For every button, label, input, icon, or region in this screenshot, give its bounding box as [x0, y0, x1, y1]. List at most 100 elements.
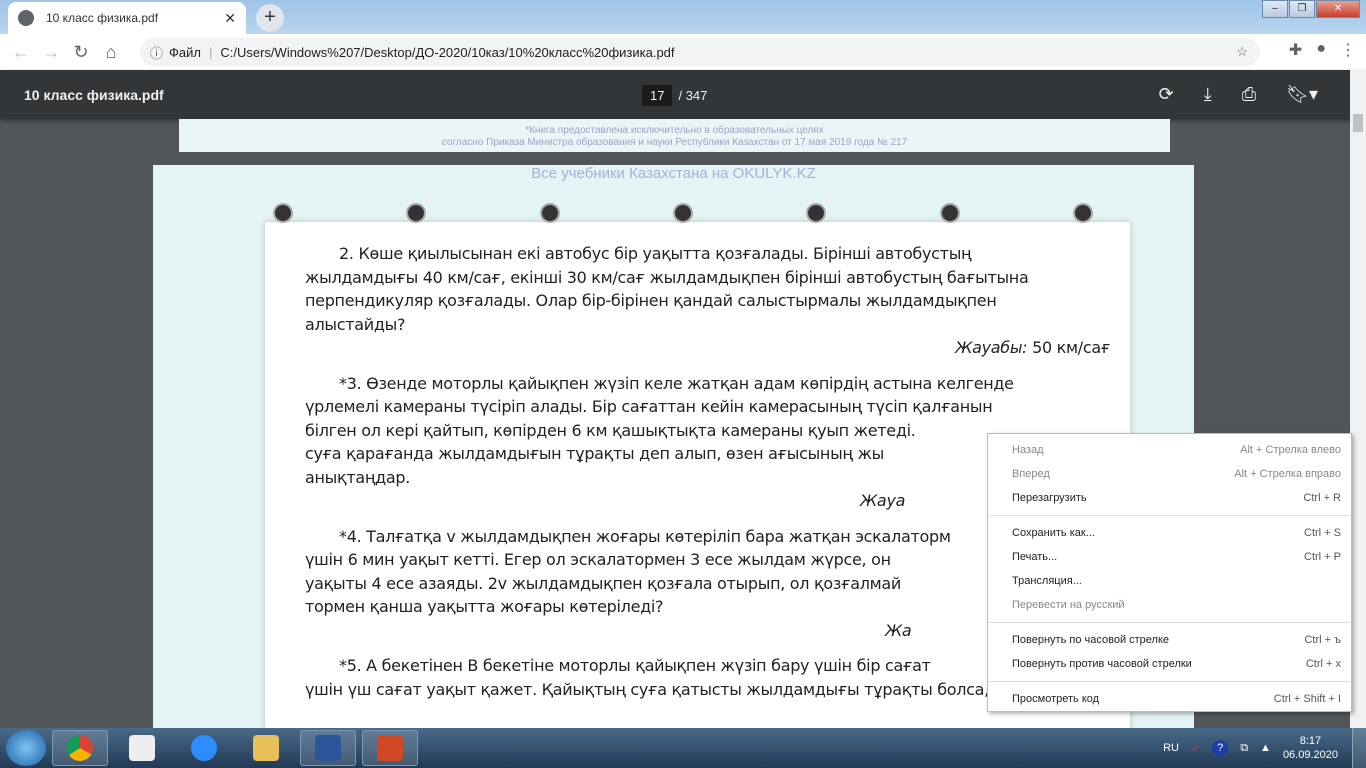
- menu-item-translate[interactable]: Перевести на русский: [988, 593, 1351, 617]
- chrome-icon: [67, 735, 93, 761]
- menu-shortcut: Ctrl + S: [1304, 527, 1341, 539]
- extensions-icon[interactable]: ✚: [1289, 40, 1302, 60]
- ring-icon: [806, 203, 827, 223]
- bookmark-icon[interactable]: 🔖︎▾: [1286, 84, 1318, 105]
- menu-item-forward[interactable]: Вперед Alt + Стрелка вправо: [988, 462, 1351, 486]
- menu-item-rotate-cw[interactable]: Повернуть по часовой стрелке Ctrl + ъ: [988, 628, 1351, 652]
- solitaire-icon: [129, 735, 155, 761]
- network-icon[interactable]: ⧉: [1240, 742, 1248, 755]
- ring-icon: [939, 203, 960, 223]
- taskbar-explorer[interactable]: [238, 730, 294, 766]
- ring-icon: [672, 203, 693, 223]
- close-tab-icon[interactable]: ✕: [224, 10, 236, 27]
- reload-button[interactable]: ↻: [66, 42, 96, 63]
- minimize-button[interactable]: –: [1262, 0, 1288, 18]
- menu-label: Перезагрузить: [1012, 492, 1087, 504]
- close-window-button[interactable]: ✕: [1316, 0, 1360, 18]
- binder-rings: [273, 203, 1093, 223]
- taskbar: RU ✓ ? ⧉ ▲ 8:17 06.09.2020: [0, 728, 1366, 768]
- menu-item-back[interactable]: Назад Alt + Стрелка влево: [988, 438, 1351, 462]
- tab-title: 10 класс физика.pdf: [46, 11, 159, 25]
- menu-label: Просмотреть код: [1012, 693, 1100, 705]
- show-desktop-button[interactable]: [1352, 728, 1366, 768]
- pdf-toolbar: 10 класс физика.pdf 17 / 347 ⟳ ⤓ ⎙ 🔖︎▾: [0, 70, 1366, 119]
- menu-shortcut: Ctrl + Shift + I: [1273, 693, 1341, 705]
- menu-label: Повернуть против часовой стрелки: [1012, 658, 1192, 670]
- zoom-icon: [191, 735, 217, 761]
- address-bar-row: ← → ↻ ⌂ ⓘ Файл | C:/Users/Windows%207/De…: [0, 34, 1366, 70]
- scrollbar-thumb[interactable]: [1353, 114, 1363, 132]
- system-tray: RU ✓ ? ⧉ ▲ 8:17 06.09.2020: [1163, 734, 1338, 762]
- menu-shortcut: Alt + Стрелка вправо: [1234, 468, 1341, 480]
- menu-shortcut: Ctrl + ъ: [1304, 634, 1341, 646]
- start-button[interactable]: [6, 730, 46, 766]
- help-icon[interactable]: ?: [1212, 740, 1229, 756]
- rotate-icon[interactable]: ⟳: [1159, 84, 1174, 105]
- answer-value: 50 км/сағ: [1027, 338, 1110, 357]
- menu-item-save-as[interactable]: Сохранить как... Ctrl + S: [988, 521, 1351, 545]
- back-button[interactable]: ←: [6, 42, 36, 63]
- text-line: перпендикуляр қозғалады. Олар бір-біріне…: [305, 291, 997, 310]
- text-line: үрлемелі камераны түсіріп алады. Бір сағ…: [305, 397, 993, 416]
- ring-icon: [539, 203, 560, 223]
- taskbar-word[interactable]: [300, 730, 356, 766]
- ring-icon: [1072, 203, 1093, 223]
- globe-icon: [18, 10, 34, 26]
- menu-label: Трансляция...: [1012, 575, 1082, 587]
- menu-divider: [989, 515, 1350, 516]
- menu-divider: [989, 681, 1350, 682]
- page-number-input[interactable]: 17: [642, 85, 673, 106]
- menu-item-print[interactable]: Печать... Ctrl + P: [988, 545, 1351, 569]
- menu-shortcut: Ctrl + P: [1304, 551, 1341, 563]
- maximize-button[interactable]: ❐: [1289, 0, 1315, 18]
- url-input[interactable]: ⓘ Файл | C:/Users/Windows%207/Desktop/ДО…: [140, 38, 1260, 66]
- tab-strip: 10 класс физика.pdf ✕ + – ❐ ✕: [0, 0, 1366, 34]
- app-icon: [377, 735, 403, 761]
- forward-button[interactable]: →: [36, 42, 66, 63]
- tab-active[interactable]: 10 класс физика.pdf ✕: [8, 2, 246, 34]
- page-notice-line1: *Книга предоставлена исключительно в обр…: [525, 125, 824, 136]
- taskbar-zoom[interactable]: [176, 730, 232, 766]
- folder-icon: [253, 735, 279, 761]
- taskbar-chrome[interactable]: [52, 730, 108, 766]
- bookmark-star-icon[interactable]: ☆: [1236, 44, 1248, 60]
- page-total: / 347: [678, 88, 708, 103]
- show-hidden-icons[interactable]: ▲: [1260, 742, 1271, 754]
- context-menu: Назад Alt + Стрелка влево Вперед Alt + Стр…: [987, 433, 1352, 712]
- pdf-page-previous: *Книга предоставлена исключительно в обр…: [179, 119, 1170, 152]
- menu-label: Перевести на русский: [1012, 599, 1125, 611]
- language-indicator[interactable]: RU: [1163, 742, 1179, 754]
- page-notice-line2: согласно Приказа Министра образования и …: [441, 137, 908, 148]
- menu-label: Печать...: [1012, 551, 1058, 563]
- taskbar-cards[interactable]: [114, 730, 170, 766]
- menu-item-cast[interactable]: Трансляция...: [988, 569, 1351, 593]
- clock[interactable]: 8:17 06.09.2020: [1283, 734, 1338, 762]
- notes-icon[interactable]: ✓: [1191, 742, 1200, 755]
- divider: |: [208, 44, 213, 60]
- taskbar-app[interactable]: [362, 730, 418, 766]
- menu-item-rotate-ccw[interactable]: Повернуть против часовой стрелки Ctrl + x: [988, 652, 1351, 676]
- menu-shortcut: Alt + Стрелка влево: [1240, 444, 1341, 456]
- menu-item-inspect[interactable]: Просмотреть код Ctrl + Shift + I: [988, 687, 1351, 711]
- menu-item-reload[interactable]: Перезагрузить Ctrl + R: [988, 486, 1351, 510]
- menu-icon[interactable]: ⋮: [1340, 40, 1356, 60]
- time: 8:17: [1299, 735, 1322, 747]
- info-icon[interactable]: ⓘ: [150, 43, 163, 62]
- url-text: C:/Users/Windows%207/Desktop/ДО-2020/10к…: [220, 44, 675, 60]
- ring-icon: [273, 203, 293, 223]
- profile-icon[interactable]: ●: [1316, 40, 1326, 60]
- home-button[interactable]: ⌂: [96, 42, 126, 63]
- menu-divider: [989, 622, 1350, 623]
- vertical-scrollbar[interactable]: [1350, 70, 1366, 728]
- print-icon[interactable]: ⎙: [1242, 84, 1256, 105]
- new-tab-button[interactable]: +: [256, 4, 284, 32]
- menu-shortcut: Ctrl + R: [1303, 492, 1341, 504]
- pdf-title: 10 класс физика.pdf: [24, 87, 164, 103]
- menu-label: Сохранить как...: [1012, 527, 1095, 539]
- answer-label: Жауабы:: [955, 338, 1028, 357]
- download-icon[interactable]: ⤓: [1204, 84, 1212, 105]
- page-indicator: 17 / 347: [642, 85, 707, 106]
- date: 06.09.2020: [1282, 749, 1338, 761]
- text-line: алыстайды?: [305, 314, 406, 334]
- menu-label: Повернуть по часовой стрелке: [1012, 634, 1170, 646]
